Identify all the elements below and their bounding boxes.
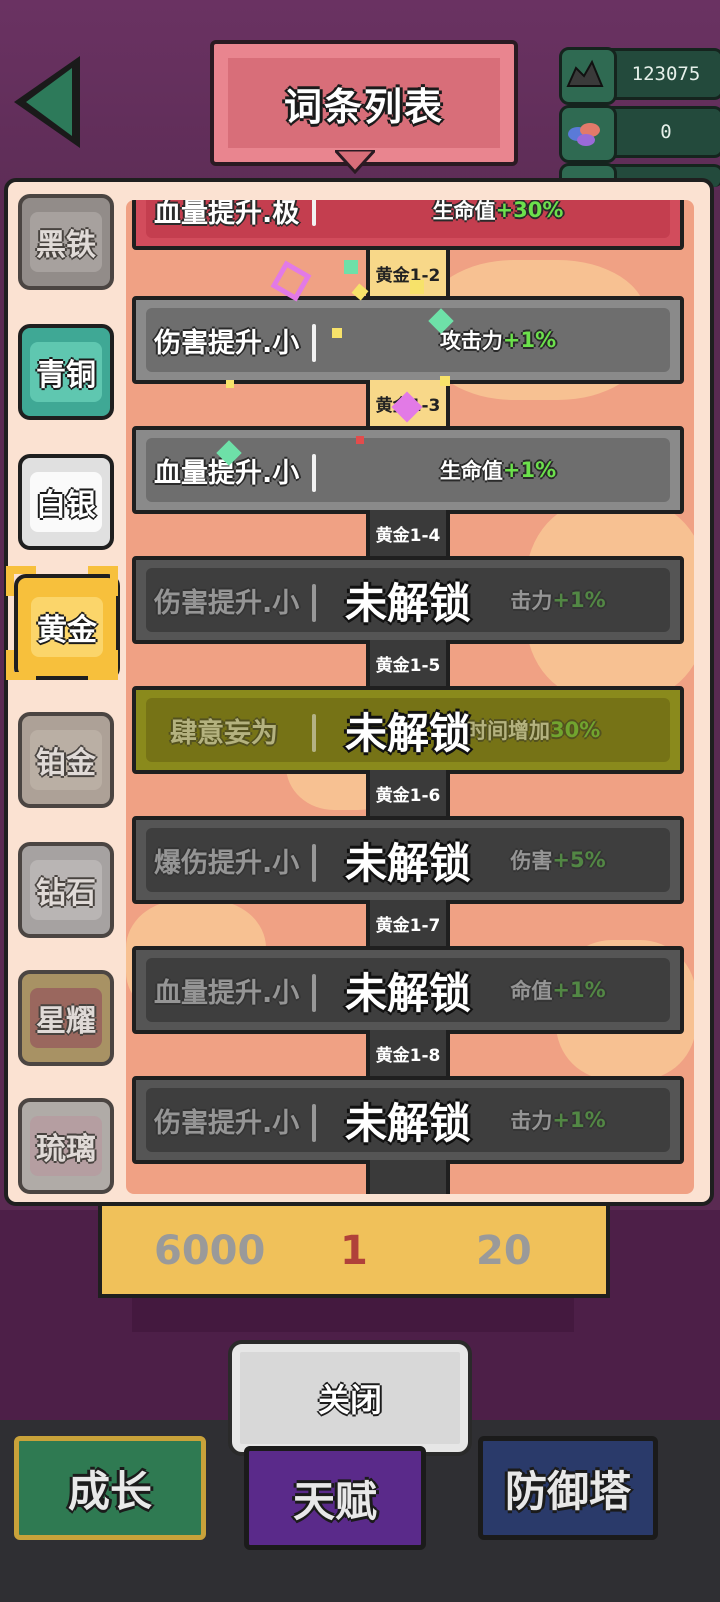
affix-name: 血量提升.极 bbox=[154, 200, 300, 229]
affix-name: 肆意妄为 bbox=[170, 717, 278, 749]
selection-corner bbox=[88, 650, 118, 680]
resource-gem: 0 bbox=[559, 105, 720, 163]
affix-row[interactable]: 伤害提升.小 攻击力 +1% bbox=[132, 296, 684, 384]
locked-label: 未解锁 bbox=[344, 578, 471, 628]
stage-label: 黄金1-5 bbox=[366, 640, 450, 686]
affix-row-locked[interactable]: 伤害提升.小 击力 +1% 未解锁 bbox=[132, 556, 684, 644]
affix-row[interactable]: 血量提升.极 生命值 +30% bbox=[132, 200, 684, 250]
affix-effect: 生命值 +30% bbox=[432, 200, 564, 223]
affix-row-locked[interactable]: 伤害提升.小 击力 +1% 未解锁 bbox=[132, 1076, 684, 1164]
tier-tab-label: 琉璃 bbox=[36, 1132, 96, 1167]
tier-tab-label: 星耀 bbox=[36, 1004, 96, 1039]
tier-tab-diamond[interactable]: 钻石 bbox=[18, 842, 114, 938]
tier-tab-silver[interactable]: 白银 bbox=[18, 454, 114, 550]
stage-label: 黄金1-4 bbox=[366, 510, 450, 556]
nav-label: 天赋 bbox=[292, 1476, 377, 1526]
selection-corner bbox=[6, 650, 36, 680]
affix-name: 血量提升.小 bbox=[154, 457, 300, 489]
nav-label: 成长 bbox=[67, 1466, 152, 1516]
nav-talent-button[interactable]: 天赋 bbox=[244, 1446, 426, 1550]
affix-list-panel: 血量提升.极 生命值+30% 黄金1-2 伤害提升.小 攻击力+1% 黄金1-3… bbox=[4, 178, 714, 1206]
tier-tab-starlight[interactable]: 星耀 bbox=[18, 970, 114, 1066]
affix-row[interactable]: 血量提升.小 生命值 +1% bbox=[132, 426, 684, 514]
banner-tip bbox=[335, 150, 375, 174]
locked-label: 未解锁 bbox=[344, 708, 471, 758]
stage-connector bbox=[366, 1160, 450, 1194]
stage-label: 黄金1-7 bbox=[366, 900, 450, 946]
gem-count: 0 bbox=[660, 121, 672, 143]
stage-label: 黄金1-8 bbox=[366, 1030, 450, 1076]
affix-row-locked[interactable]: 血量提升.小 命值 +1% 未解锁 bbox=[132, 946, 684, 1034]
tier-tab-label: 钻石 bbox=[36, 876, 96, 911]
nav-tower-button[interactable]: 防御塔 bbox=[478, 1436, 658, 1540]
resource-ore: 123075 bbox=[559, 47, 720, 105]
reward-gem-value: 1 bbox=[340, 1228, 368, 1274]
reward-ore-value: 6000 bbox=[154, 1228, 266, 1274]
affix-row-locked[interactable]: 爆伤提升.小 伤害 +5% 未解锁 bbox=[132, 816, 684, 904]
ore-icon bbox=[559, 47, 617, 105]
locked-label: 未解锁 bbox=[344, 1098, 471, 1148]
locked-label: 未解锁 bbox=[344, 838, 471, 888]
close-button[interactable]: 关闭 bbox=[228, 1340, 472, 1456]
close-label: 关闭 bbox=[317, 1381, 382, 1419]
page-title: 词条列表 bbox=[283, 84, 444, 129]
affix-name: 伤害提升.小 bbox=[154, 587, 300, 619]
locked-label: 未解锁 bbox=[344, 968, 471, 1018]
tier-tab-label: 白银 bbox=[36, 488, 96, 523]
gem-icon bbox=[559, 105, 617, 163]
title-banner: 词条列表 bbox=[210, 40, 518, 166]
panel-shadow bbox=[132, 1298, 574, 1332]
affix-effect: 攻击力 +1% bbox=[439, 328, 557, 353]
affix-name: 爆伤提升.小 bbox=[154, 847, 300, 879]
tier-tab-label: 青铜 bbox=[36, 358, 96, 393]
selection-corner bbox=[6, 566, 36, 596]
affix-scroll-list[interactable]: 血量提升.极 生命值+30% 黄金1-2 伤害提升.小 攻击力+1% 黄金1-3… bbox=[126, 200, 694, 1194]
back-arrow-icon[interactable] bbox=[10, 52, 86, 152]
nav-growth-button[interactable]: 成长 bbox=[14, 1436, 206, 1540]
tier-tab-iron[interactable]: 黑铁 bbox=[18, 194, 114, 290]
tier-tab-label: 黄金 bbox=[37, 613, 97, 648]
tier-tab-platinum[interactable]: 铂金 bbox=[18, 712, 114, 808]
tier-tab-glaze[interactable]: 琉璃 bbox=[18, 1098, 114, 1194]
affix-name: 伤害提升.小 bbox=[154, 1107, 300, 1139]
tier-tab-label: 黑铁 bbox=[36, 228, 96, 263]
affix-effect: 生命值 +1% bbox=[439, 458, 557, 483]
tier-tab-label: 铂金 bbox=[36, 746, 96, 781]
stage-label: 黄金1-6 bbox=[366, 770, 450, 816]
reward-chest-value: 20 bbox=[476, 1228, 532, 1274]
affix-name: 血量提升.小 bbox=[154, 977, 300, 1009]
affix-row-locked[interactable]: 肆意妄为 时间增加 30% 未解锁 bbox=[132, 686, 684, 774]
ore-count: 123075 bbox=[631, 63, 701, 85]
nav-label: 防御塔 bbox=[504, 1466, 631, 1516]
tier-tab-bronze[interactable]: 青铜 bbox=[18, 324, 114, 420]
stage-label: 黄金1-2 bbox=[366, 250, 450, 296]
selection-corner bbox=[88, 566, 118, 596]
affix-name: 伤害提升.小 bbox=[154, 327, 300, 359]
